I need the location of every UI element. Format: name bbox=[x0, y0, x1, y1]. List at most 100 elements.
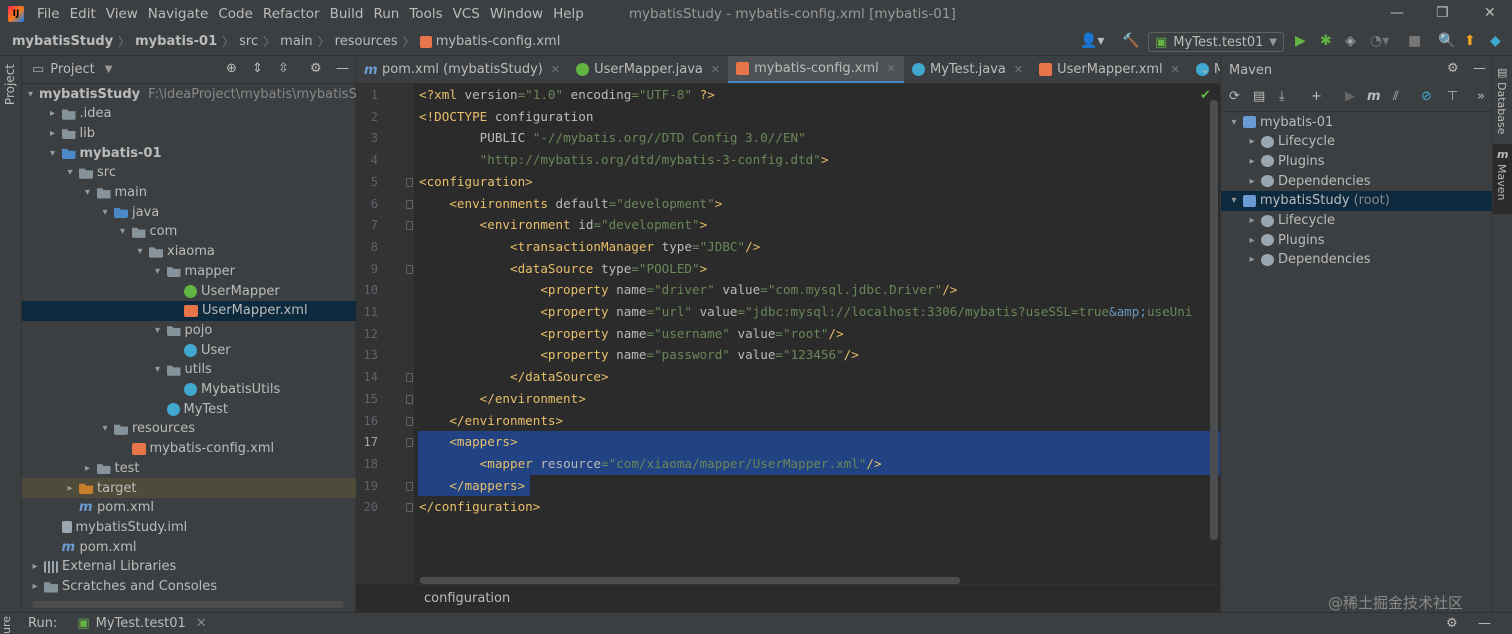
search-icon[interactable]: 🔍 bbox=[1438, 33, 1455, 49]
run-icon[interactable]: ▶ bbox=[1345, 89, 1355, 104]
menu-item-tools[interactable]: Tools bbox=[404, 6, 447, 22]
chevron-down-icon[interactable]: ▾ bbox=[151, 325, 165, 336]
add-icon[interactable]: + bbox=[1311, 89, 1322, 104]
inspection-ok-icon[interactable]: ✔ bbox=[1200, 88, 1211, 103]
hide-icon[interactable]: — bbox=[1478, 616, 1491, 631]
editor-tab[interactable]: MyTest.java ✕ bbox=[904, 56, 1031, 83]
menu-item-view[interactable]: View bbox=[101, 6, 143, 22]
breadcrumb-item[interactable]: mybatisStudy bbox=[12, 34, 113, 49]
menu-item-vcs[interactable]: VCS bbox=[448, 6, 485, 22]
close-tab-icon[interactable]: ✕ bbox=[1171, 63, 1180, 76]
chevron-right-icon[interactable]: ▸ bbox=[28, 561, 42, 572]
project-tree-item[interactable]: ▾ utils bbox=[22, 360, 356, 380]
fold-marker-icon[interactable] bbox=[406, 503, 413, 513]
chevron-down-icon[interactable]: ▾ bbox=[98, 207, 112, 218]
chevron-right-icon[interactable]: ▸ bbox=[1245, 235, 1259, 246]
hide-icon[interactable]: — bbox=[336, 61, 349, 76]
project-tree-item[interactable]: ▾ java bbox=[22, 202, 356, 222]
editor-tab[interactable]: m pom.xml (mybatisStudy) ✕ bbox=[356, 56, 568, 83]
project-tree-item[interactable]: UserMapper.xml bbox=[22, 300, 356, 321]
chevron-right-icon[interactable]: ▸ bbox=[1245, 215, 1259, 226]
project-tree-item[interactable]: ▾ mybatisStudy F:\ideaProject\mybatis\myba… bbox=[22, 84, 378, 104]
chevron-right-icon[interactable]: ▸ bbox=[1245, 176, 1259, 187]
project-tree-item[interactable]: mybatis-config.xml bbox=[22, 439, 356, 459]
gear-icon[interactable]: ⚙ bbox=[310, 61, 322, 76]
fold-marker-icon[interactable] bbox=[406, 373, 413, 383]
toggle-offline-icon[interactable]: ⫽ bbox=[1393, 89, 1399, 104]
project-tree-item[interactable]: ▾ resources bbox=[22, 419, 356, 439]
chevron-right-icon[interactable]: ▸ bbox=[81, 463, 95, 474]
fold-marker-icon[interactable] bbox=[406, 438, 413, 448]
chevron-down-icon[interactable]: ▾ bbox=[151, 364, 165, 375]
project-tree-item[interactable]: m pom.xml bbox=[22, 498, 356, 518]
maven-tree-item[interactable]: ▸ Dependencies bbox=[1221, 171, 1493, 191]
update-icon[interactable]: ⬆ bbox=[1464, 33, 1476, 49]
build-hammer-icon[interactable]: 🔨 bbox=[1122, 33, 1139, 49]
project-tree-item[interactable]: UserMapper bbox=[22, 281, 356, 301]
project-tree-item[interactable]: ▸ target bbox=[22, 478, 356, 498]
locate-icon[interactable]: ⊕ bbox=[226, 61, 237, 76]
maven-tool-tab[interactable]: Maven bbox=[1495, 164, 1508, 200]
run-target-label[interactable]: MyTest.test01 bbox=[96, 616, 186, 631]
download-icon[interactable]: ⤓ bbox=[1279, 89, 1285, 104]
chevron-right-icon[interactable]: ▸ bbox=[46, 128, 60, 139]
menu-item-file[interactable]: File bbox=[32, 6, 65, 22]
maven-tree-item[interactable]: ▸ Plugins bbox=[1221, 230, 1493, 250]
breadcrumb-item[interactable]: mybatis-config.xml bbox=[436, 34, 561, 49]
close-icon[interactable]: ✕ bbox=[196, 616, 207, 631]
project-tree-item[interactable]: m pom.xml bbox=[22, 537, 356, 557]
project-tree-item[interactable]: ▸ Scratches and Consoles bbox=[22, 577, 356, 597]
chevron-down-icon[interactable]: ▼ bbox=[105, 64, 113, 75]
editor-tab[interactable]: UserMapper.xml ✕ bbox=[1031, 56, 1188, 83]
structure-tool-tab[interactable]: ure bbox=[0, 614, 22, 633]
project-tree-item[interactable]: ▾ main bbox=[22, 183, 356, 203]
database-tool-tab[interactable]: Database bbox=[1495, 82, 1508, 135]
minimize-icon[interactable]: — bbox=[1390, 5, 1404, 21]
fold-marker-icon[interactable] bbox=[406, 394, 413, 404]
more-icon[interactable]: » bbox=[1477, 89, 1485, 104]
menu-item-refactor[interactable]: Refactor bbox=[258, 6, 325, 22]
chevron-right-icon[interactable]: ▸ bbox=[28, 581, 42, 592]
project-tree-item[interactable]: ▸ .idea bbox=[22, 104, 356, 124]
project-tool-tab[interactable]: Project bbox=[3, 64, 17, 105]
skip-tests-icon[interactable]: ⊘ bbox=[1421, 89, 1432, 104]
chevron-right-icon[interactable]: ▸ bbox=[63, 483, 77, 494]
user-icon[interactable]: 👤▾ bbox=[1080, 33, 1104, 49]
project-tree-item[interactable]: ▸ lib bbox=[22, 123, 356, 143]
show-dependencies-icon[interactable]: ⊤ bbox=[1447, 89, 1458, 104]
chevron-right-icon[interactable]: ▸ bbox=[1245, 156, 1259, 167]
debug-icon[interactable]: ✱ bbox=[1320, 33, 1332, 49]
menu-item-window[interactable]: Window bbox=[485, 6, 548, 22]
editor-vertical-scrollbar[interactable] bbox=[1210, 100, 1218, 540]
project-tree-item[interactable]: ▾ pojo bbox=[22, 320, 356, 340]
coverage-icon[interactable]: ◈ bbox=[1345, 33, 1356, 49]
code-editor[interactable]: ✔ <?xml version="1.0" encoding="UTF-8" ?… bbox=[414, 84, 1220, 584]
profile-icon[interactable]: ◔▾ bbox=[1370, 33, 1389, 49]
fold-marker-icon[interactable] bbox=[406, 416, 413, 426]
chevron-down-icon[interactable]: ▾ bbox=[1227, 117, 1241, 128]
chevron-right-icon[interactable]: ▸ bbox=[46, 108, 60, 119]
close-icon[interactable]: ✕ bbox=[1484, 5, 1496, 21]
project-tree-item[interactable]: ▾ com bbox=[22, 222, 356, 242]
run-icon[interactable]: ▶ bbox=[1295, 33, 1306, 49]
fold-marker-icon[interactable] bbox=[406, 481, 413, 491]
chevron-down-icon[interactable]: ▾ bbox=[151, 266, 165, 277]
maven-tree-item[interactable]: ▸ Plugins bbox=[1221, 151, 1493, 171]
fold-marker-icon[interactable] bbox=[406, 264, 413, 274]
fold-marker-icon[interactable] bbox=[406, 199, 413, 209]
menu-item-run[interactable]: Run bbox=[368, 6, 404, 22]
fold-marker-icon[interactable] bbox=[406, 221, 413, 231]
breadcrumb-item[interactable]: src bbox=[239, 34, 258, 49]
chevron-right-icon[interactable]: ▸ bbox=[1245, 254, 1259, 265]
menu-item-help[interactable]: Help bbox=[548, 6, 589, 22]
maven-tree-item[interactable]: ▾ mybatisStudy (root) bbox=[1221, 190, 1493, 211]
editor-tab[interactable]: mybatis-config.xml ✕ bbox=[728, 56, 904, 83]
stop-icon[interactable]: ■ bbox=[1408, 33, 1421, 49]
chevron-down-icon[interactable]: ⌄ bbox=[1200, 62, 1210, 76]
chevron-down-icon[interactable]: ▾ bbox=[46, 148, 60, 159]
expand-all-icon[interactable]: ⇕ bbox=[252, 61, 263, 76]
project-tree-item[interactable]: MybatisUtils bbox=[22, 380, 356, 400]
close-tab-icon[interactable]: ✕ bbox=[887, 62, 896, 75]
close-tab-icon[interactable]: ✕ bbox=[551, 63, 560, 76]
maven-tree-item[interactable]: ▸ Lifecycle bbox=[1221, 211, 1493, 231]
